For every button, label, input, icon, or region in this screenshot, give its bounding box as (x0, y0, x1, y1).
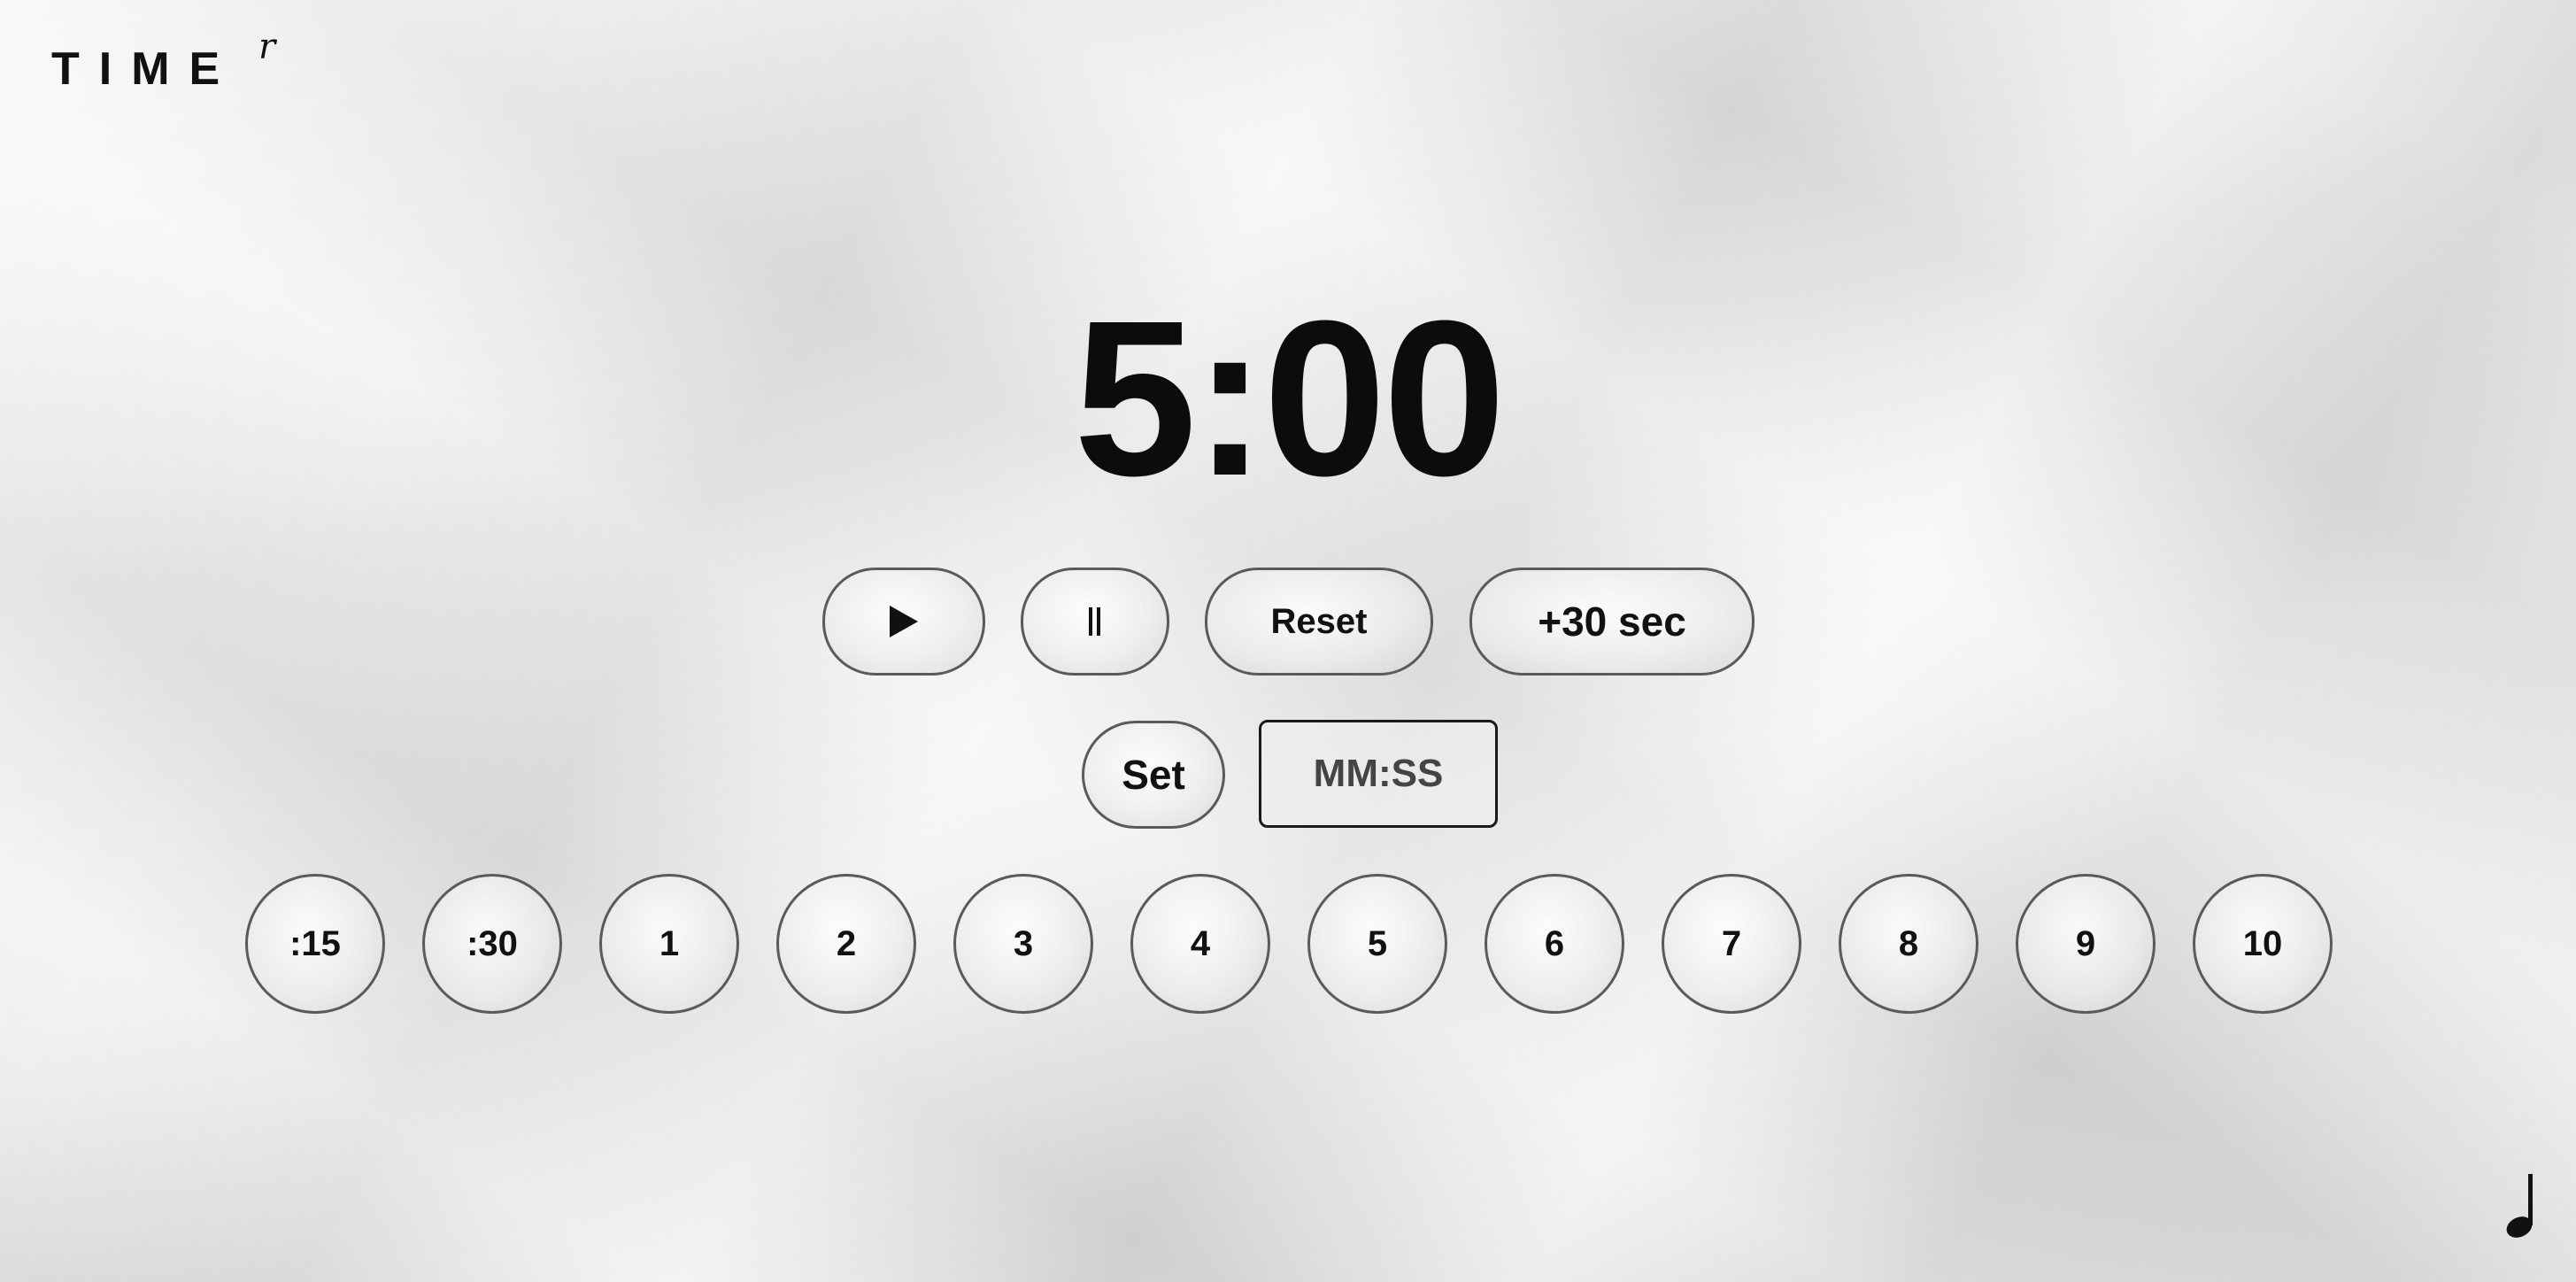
preset-button[interactable]: 9 (2016, 874, 2156, 1014)
pause-button[interactable] (1021, 568, 1169, 676)
preset-button[interactable]: :30 (422, 874, 562, 1014)
preset-button[interactable]: 6 (1485, 874, 1624, 1014)
preset-button[interactable]: 4 (1130, 874, 1270, 1014)
timer-display: 5:00 (1073, 274, 1506, 521)
preset-button[interactable]: :15 (245, 874, 385, 1014)
preset-button[interactable]: 5 (1307, 874, 1447, 1014)
preset-button[interactable]: 8 (1839, 874, 1978, 1014)
time-input[interactable] (1259, 720, 1498, 828)
play-icon (890, 606, 918, 637)
pause-icon (1089, 607, 1100, 636)
app-logo-superscript: r (258, 27, 276, 67)
preset-button[interactable]: 3 (953, 874, 1093, 1014)
play-button[interactable] (822, 568, 985, 676)
preset-button[interactable]: 7 (1662, 874, 1801, 1014)
add-30-seconds-button[interactable]: +30 sec (1469, 568, 1755, 676)
reset-button[interactable]: Reset (1205, 568, 1433, 676)
music-note-icon[interactable] (2498, 1170, 2542, 1241)
preset-button[interactable]: 1 (599, 874, 739, 1014)
preset-button[interactable]: 2 (776, 874, 916, 1014)
app-logo: TIME (51, 43, 240, 95)
set-button[interactable]: Set (1082, 721, 1225, 829)
preset-button[interactable]: 10 (2193, 874, 2333, 1014)
